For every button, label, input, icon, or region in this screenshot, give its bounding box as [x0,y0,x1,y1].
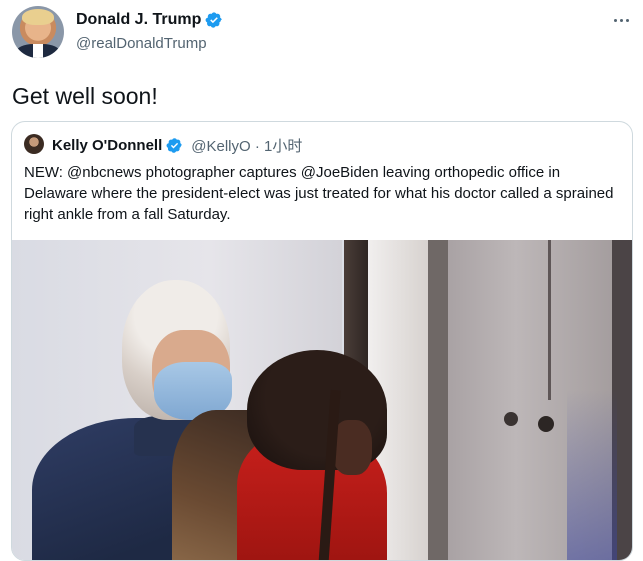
photo-door-edge [428,240,448,560]
author-name[interactable]: Donald J. Trump [76,11,201,29]
avatar-hair [22,9,54,25]
quoted-tweet-photo[interactable] [12,240,632,560]
quoted-author-name[interactable]: Kelly O'Donnell [52,137,162,154]
quoted-handle-and-time[interactable]: @KellyO · 1小时 [191,135,302,156]
more-dot [619,18,623,22]
more-options-icon[interactable] [606,8,636,32]
tweet-text: Get well soon! [12,83,158,109]
verified-badge-icon [205,11,223,29]
photo-door-lock [504,412,518,426]
author-avatar[interactable] [12,6,64,58]
avatar-shirt [33,44,43,58]
photo-door-knob [538,416,554,432]
quoted-tweet-header: Kelly O'Donnell @KellyO · 1小时 [52,135,302,156]
photo-door-hinge [548,240,551,400]
verified-badge-icon [166,137,183,154]
more-dot [613,18,617,22]
quoted-tweet-card[interactable]: Kelly O'Donnell @KellyO · 1小时 NEW: @nbcn… [11,121,633,561]
quoted-author-avatar[interactable] [24,134,44,154]
photo-light [567,390,617,560]
quoted-tweet-text: NEW: @nbcnews photographer captures @Joe… [24,164,614,223]
author-name-row: Donald J. Trump [76,11,223,29]
author-handle[interactable]: @realDonaldTrump [76,35,207,52]
more-dot [625,18,629,22]
photo-woman-face [332,420,372,475]
